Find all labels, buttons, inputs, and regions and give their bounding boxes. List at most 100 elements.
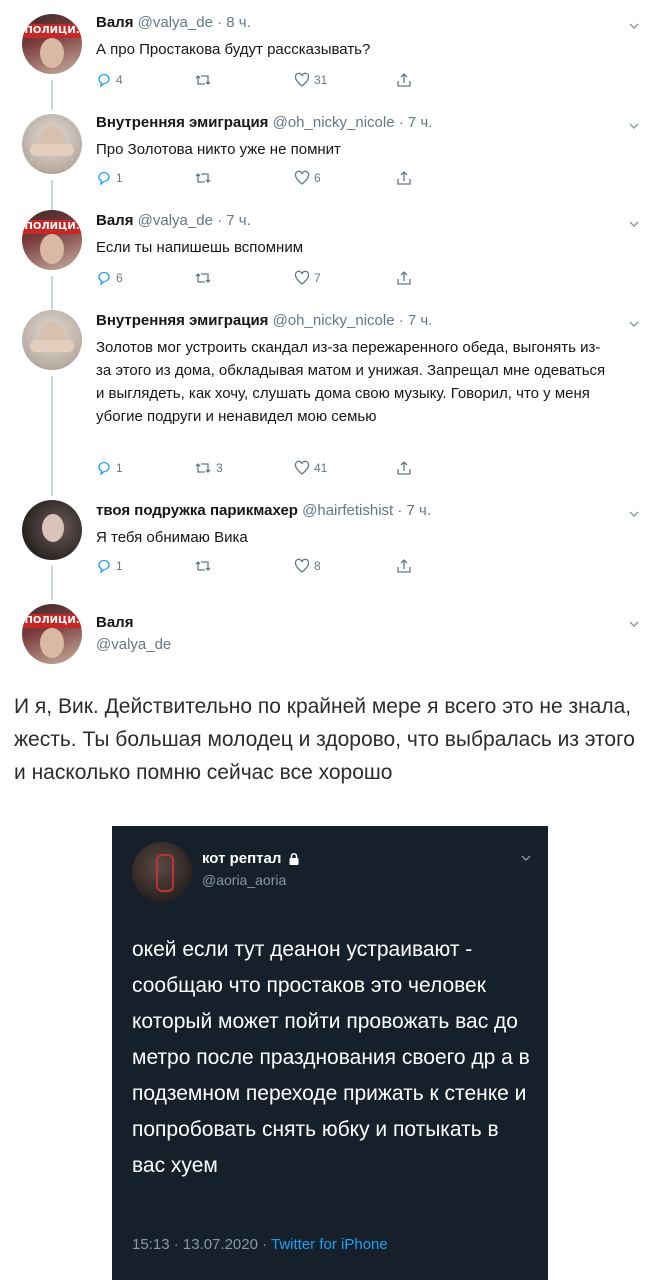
tweet-time[interactable]: · 7 ч. [393,502,431,519]
display-name[interactable]: Внутренняя эмиграция [96,114,268,131]
like-count: 7 [314,271,321,285]
like-button[interactable]: 41 [294,458,327,478]
retweet-icon [195,463,211,473]
reply-icon [98,171,110,186]
user-handle[interactable]: @oh_nicky_nicole [273,312,395,329]
avatar-banner-text: ПОЛИЦИ. [22,24,82,38]
tweet-timestamp[interactable]: 15:13 · 13.07.2020 · [132,1236,271,1253]
tweet-time[interactable]: · 8 ч. [213,14,251,31]
tweet-time[interactable]: · 7 ч. [395,312,433,329]
chevron-down-icon[interactable] [628,20,640,32]
user-handle[interactable]: @valya_de [96,636,171,653]
avatar[interactable]: ПОЛИЦИ. [22,14,82,74]
share-icon [397,271,411,285]
display-name[interactable]: твоя подружка парикмахер [96,502,298,519]
share-button[interactable] [396,70,412,90]
user-handle[interactable]: @hairfetishist [302,502,393,519]
tweet-actions: 6 7 [96,268,426,288]
tweet-text: Если ты напишешь вспомним [96,239,304,256]
avatar[interactable]: ПОЛИЦИ. [22,604,82,664]
share-icon [397,73,411,87]
avatar[interactable] [132,842,192,902]
retweet-button[interactable] [194,70,216,90]
display-name-text: кот рептал [202,850,282,867]
thread-line [51,276,53,310]
display-name[interactable]: Валя [96,212,133,229]
heart-icon [294,460,310,475]
retweet-icon [195,273,211,283]
share-button[interactable] [396,458,412,478]
like-button[interactable]: 7 [294,268,321,288]
tweet-time[interactable]: · 7 ч. [395,114,433,131]
display-name[interactable]: Внутренняя эмиграция [96,312,268,329]
share-button[interactable] [396,268,412,288]
retweet-button[interactable] [194,268,216,288]
reply-button[interactable]: 6 [96,268,123,288]
tweet-header: Внутренняя эмиграция @oh_nicky_nicole · … [96,312,432,329]
like-button[interactable]: 6 [294,168,321,188]
like-count: 31 [314,73,328,87]
reply-icon [98,73,110,88]
like-button[interactable]: 8 [294,556,321,576]
thread-line [51,80,53,110]
tweet-source-link[interactable]: Twitter for iPhone [271,1236,388,1253]
chevron-down-icon[interactable] [520,852,532,864]
share-button[interactable] [396,556,412,576]
share-button[interactable] [396,168,412,188]
reply-button[interactable]: 1 [96,458,123,478]
reply-button[interactable]: 1 [96,556,123,576]
tweet-text: Про Золотова никто уже не помнит [96,141,341,158]
avatar[interactable] [22,500,82,560]
avatar[interactable] [22,310,82,370]
like-button[interactable]: 31 [294,70,327,90]
user-handle[interactable]: @valya_de [138,14,213,31]
tweet-time[interactable]: · 7 ч. [213,212,251,229]
user-handle[interactable]: @valya_de [138,212,213,229]
tweet-header: твоя подружка парикмахер @hairfetishist … [96,502,431,519]
display-name-text: Валя [96,614,134,631]
display-name[interactable]: Валя [96,614,133,631]
heart-icon [294,270,310,285]
tweet-text: Я тебя обнимаю Вика [96,529,248,546]
lock-icon [289,852,299,865]
display-name[interactable]: кот рептал [202,850,301,867]
avatar-face [40,234,64,264]
like-count: 6 [314,171,321,185]
avatar-face [42,514,64,542]
retweet-icon [195,561,211,571]
chevron-down-icon[interactable] [628,618,640,630]
embedded-tweet[interactable]: кот рептал @aoria_aoria окей если тут де… [112,826,548,1280]
chevron-down-icon[interactable] [628,218,640,230]
tweet-actions: 1 8 [96,556,426,576]
reply-button[interactable]: 4 [96,70,123,90]
reply-button[interactable]: 1 [96,168,123,188]
user-handle[interactable]: @aoria_aoria [202,872,286,888]
reply-count: 1 [116,559,123,573]
thread-line [51,376,53,496]
like-count: 8 [314,559,321,573]
reply-count: 4 [116,73,123,87]
tweet-header: Внутренняя эмиграция @oh_nicky_nicole · … [96,114,432,131]
heart-icon [294,72,310,87]
chevron-down-icon[interactable] [628,508,640,520]
tweet-actions: 1 6 [96,168,426,188]
avatar[interactable] [22,114,82,174]
display-name[interactable]: Валя [96,14,133,31]
avatar[interactable]: ПОЛИЦИ. [22,210,82,270]
chevron-down-icon[interactable] [628,318,640,330]
user-handle-text: @valya_de [96,636,172,653]
chevron-down-icon[interactable] [628,120,640,132]
reply-count: 1 [116,461,123,475]
retweet-button[interactable] [194,168,216,188]
tweet-text: А про Простакова будут рассказывать? [96,41,371,58]
thread-line [51,566,53,600]
user-handle[interactable]: @oh_nicky_nicole [273,114,395,131]
reply-count: 6 [116,271,123,285]
avatar-face [40,38,64,68]
share-icon [397,461,411,475]
retweet-button[interactable]: 3 [194,458,223,478]
retweet-count: 3 [216,461,223,475]
tweet-actions: 4 31 [96,70,426,90]
avatar-mark [156,854,174,892]
retweet-button[interactable] [194,556,216,576]
